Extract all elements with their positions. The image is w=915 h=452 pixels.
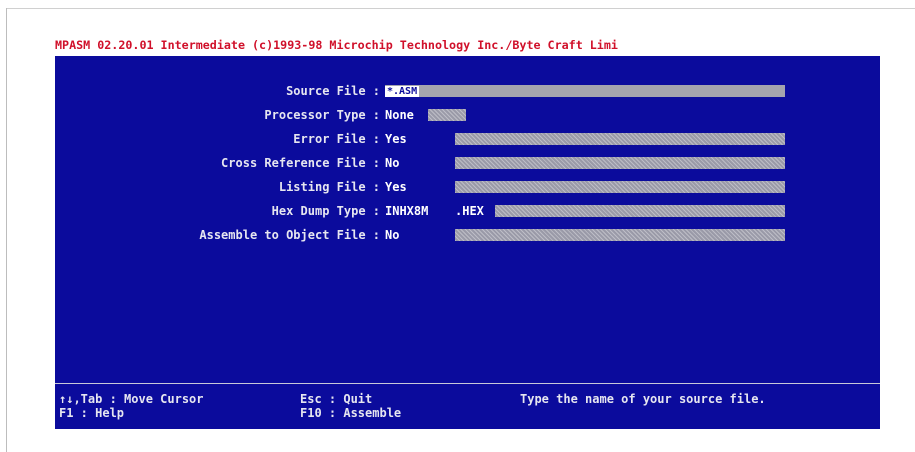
cross-reference-file-row: Cross Reference File : No <box>55 154 880 172</box>
move-cursor-hint: ↑↓,Tab : Move Cursor <box>59 392 204 406</box>
processor-type-label: Processor Type : <box>264 108 380 122</box>
error-file-row: Error File : Yes <box>55 130 880 148</box>
listing-file-row: Listing File : Yes <box>55 178 880 196</box>
error-file-label: Error File : <box>293 132 380 146</box>
listing-file-field[interactable] <box>455 181 785 193</box>
mpasm-dos-window: MPASM 02.20.01 Intermediate (c)1993-98 M… <box>55 34 880 429</box>
listing-file-value[interactable]: Yes <box>385 178 407 196</box>
assemble-object-file-field[interactable] <box>455 229 785 241</box>
hex-dump-field[interactable] <box>495 205 785 217</box>
cross-reference-file-value[interactable]: No <box>385 154 399 172</box>
help-hint: F1 : Help <box>59 406 125 420</box>
source-file-value[interactable]: *.ASM <box>385 86 420 97</box>
page-frame-left <box>6 8 7 452</box>
error-file-field[interactable] <box>455 133 785 145</box>
hex-dump-type-value[interactable]: INHX8M <box>385 202 428 220</box>
title-bar: MPASM 02.20.01 Intermediate (c)1993-98 M… <box>55 34 880 56</box>
assemble-object-file-value[interactable]: No <box>385 226 399 244</box>
hex-dump-type-row: Hex Dump Type : INHX8M .HEX <box>55 202 880 220</box>
source-file-input[interactable] <box>385 85 785 97</box>
hex-dump-type-label: Hex Dump Type : <box>271 204 380 218</box>
listing-file-label: Listing File : <box>278 180 380 194</box>
hex-dump-extension: .HEX <box>455 204 484 218</box>
assemble-object-file-row: Assemble to Object File : No <box>55 226 880 244</box>
status-divider <box>55 383 880 384</box>
status-message: Type the name of your source file. <box>520 392 766 406</box>
cross-reference-file-field[interactable] <box>455 157 785 169</box>
cross-reference-file-label: Cross Reference File : <box>221 156 380 170</box>
page-frame-top <box>6 8 915 9</box>
processor-type-field[interactable] <box>428 109 466 121</box>
quit-hint: Esc : Quit <box>300 392 373 406</box>
processor-type-value[interactable]: None <box>385 106 414 124</box>
source-file-row: Source File : *.ASM <box>55 82 880 100</box>
assemble-object-file-label: Assemble to Object File : <box>199 228 380 242</box>
error-file-value[interactable]: Yes <box>385 130 407 148</box>
assemble-hint: F10 : Assemble <box>300 406 402 420</box>
processor-type-row: Processor Type : None <box>55 106 880 124</box>
source-file-label: Source File : <box>286 84 380 98</box>
